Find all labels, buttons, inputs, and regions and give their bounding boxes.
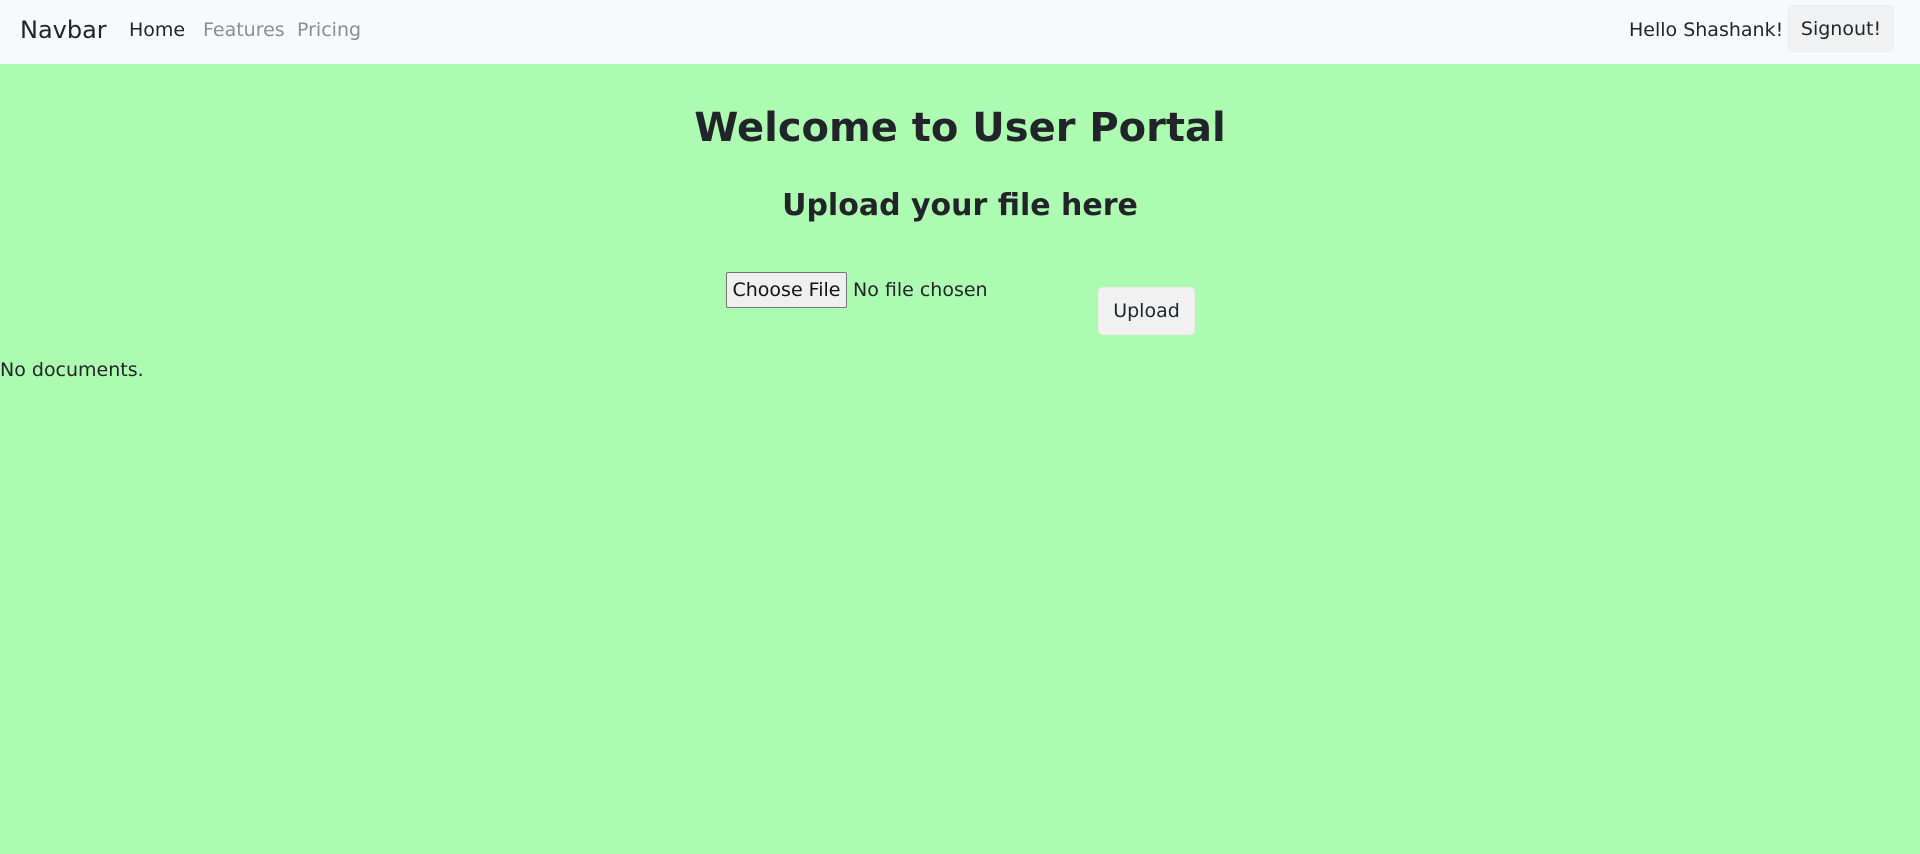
nav-link-home[interactable]: Home [129, 18, 185, 42]
nav-link-features[interactable]: Features [203, 18, 285, 42]
navbar-brand[interactable]: Navbar [20, 14, 107, 46]
upload-button[interactable]: Upload [1098, 287, 1195, 335]
user-greeting: Hello Shashank! [1629, 19, 1784, 41]
file-status-text: No file chosen [853, 279, 988, 301]
documents-empty-message: No documents. [0, 359, 144, 381]
signout-button[interactable]: Signout! [1788, 5, 1894, 52]
upload-heading: Upload your file here [782, 188, 1138, 223]
navbar: Navbar Home Features Pricing Hello Shash… [0, 0, 1920, 64]
choose-file-button[interactable]: Choose File [726, 272, 847, 308]
page-title: Welcome to User Portal [694, 105, 1226, 151]
nav-link-pricing[interactable]: Pricing [297, 18, 361, 42]
